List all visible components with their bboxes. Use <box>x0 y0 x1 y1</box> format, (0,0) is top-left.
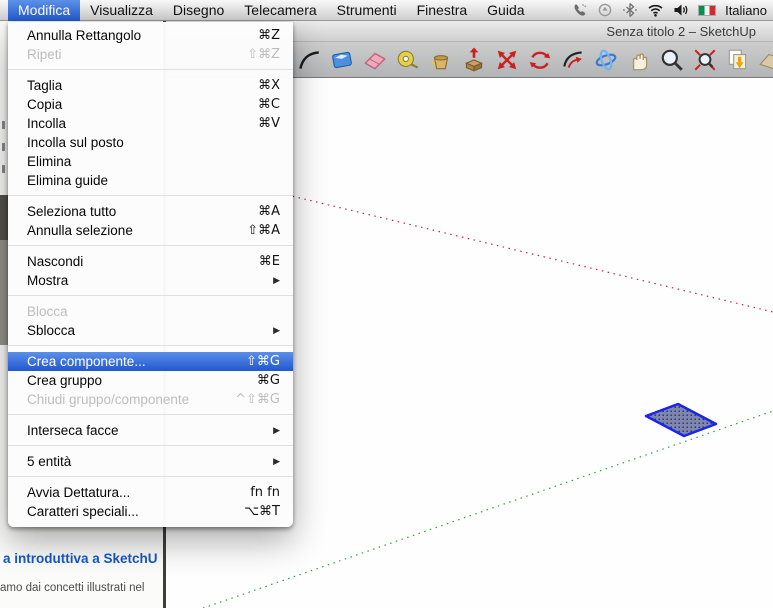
red-axis-line <box>246 185 773 312</box>
bluetooth-icon[interactable] <box>622 2 638 18</box>
webpage-text-fragment <box>2 165 5 173</box>
menu-item-avvia-dettatura[interactable]: Avvia Dettatura...fn fn <box>8 483 293 502</box>
submenu-arrow-icon <box>273 421 280 440</box>
zoom-extents-icon[interactable] <box>692 47 718 73</box>
share-model-icon[interactable] <box>758 47 773 73</box>
menu-separator <box>8 240 293 252</box>
webpage-paragraph: amo dai concetti illustrati nel <box>0 582 166 594</box>
menu-item-elimina[interactable]: Elimina <box>8 152 293 171</box>
menubar-item-guida[interactable]: Guida <box>477 0 534 21</box>
menu-item-incolla[interactable]: Incolla⌘V <box>8 114 293 133</box>
menu-item-sblocca[interactable]: Sblocca <box>8 321 293 340</box>
webpage-text-fragment <box>2 143 5 151</box>
menu-item-taglia[interactable]: Taglia⌘X <box>8 76 293 95</box>
make-component-icon[interactable] <box>329 47 355 73</box>
orbit-tool-icon[interactable] <box>593 47 619 73</box>
menu-item-crea-gruppo[interactable]: Crea gruppo⌘G <box>8 371 293 390</box>
menu-item-nascondi[interactable]: Nascondi⌘E <box>8 252 293 271</box>
tape-measure-icon[interactable] <box>395 47 421 73</box>
menu-separator <box>8 290 293 302</box>
window-title: Senza titolo 2 – SketchUp <box>606 24 756 39</box>
webpage-image-fragment <box>0 195 8 240</box>
menu-item-crea-componente[interactable]: Crea componente...⇧⌘G <box>8 352 293 371</box>
menu-item-incolla-sul-posto[interactable]: Incolla sul posto <box>8 133 293 152</box>
menubar-item-disegno[interactable]: Disegno <box>163 0 234 21</box>
menu-item-chiudi-gruppo-componente: Chiudi gruppo/componente^⇧⌘G <box>8 390 293 409</box>
edit-menu-dropdown: Annulla Rettangolo⌘Z Ripeti⇧⌘Z Taglia⌘X … <box>8 22 293 527</box>
menu-separator <box>8 64 293 76</box>
submenu-arrow-icon <box>273 271 280 290</box>
menu-separator <box>8 440 293 452</box>
menubar-item-visualizza[interactable]: Visualizza <box>80 0 163 21</box>
menubar-item-modifica[interactable]: Modifica <box>8 0 80 21</box>
rotate-tool-icon[interactable] <box>527 47 553 73</box>
offset-tool-icon[interactable] <box>560 47 586 73</box>
webpage-text-fragment <box>2 121 5 129</box>
phone-icon[interactable] <box>572 2 588 18</box>
menubar-item-strumenti[interactable]: Strumenti <box>327 0 407 21</box>
webpage-heading-link[interactable]: a introduttiva a SketchU <box>3 551 166 566</box>
menu-item-caratteri-speciali[interactable]: Caratteri speciali...⌥⌘T <box>8 502 293 521</box>
italian-flag-icon[interactable] <box>698 5 716 16</box>
menu-item-mostra[interactable]: Mostra <box>8 271 293 290</box>
menu-separator <box>8 471 293 483</box>
submenu-arrow-icon <box>273 452 280 471</box>
submenu-arrow-icon <box>273 321 280 340</box>
menu-separator <box>8 409 293 421</box>
menu-item-copia[interactable]: Copia⌘C <box>8 95 293 114</box>
menubar: Modifica Visualizza Disegno Telecamera S… <box>0 0 773 21</box>
time-machine-icon[interactable] <box>597 2 613 18</box>
menubar-item-telecamera[interactable]: Telecamera <box>234 0 326 21</box>
input-source-label[interactable]: Italiano <box>725 3 767 18</box>
push-pull-tool-icon[interactable] <box>461 47 487 73</box>
webpage-image-fragment <box>0 240 8 345</box>
menu-item-blocca: Blocca <box>8 302 293 321</box>
pan-tool-icon[interactable] <box>626 47 652 73</box>
wifi-icon[interactable] <box>647 2 664 18</box>
zoom-tool-icon[interactable] <box>659 47 685 73</box>
menubar-item-finestra[interactable]: Finestra <box>407 0 478 21</box>
volume-icon[interactable] <box>673 2 689 18</box>
paint-bucket-icon[interactable] <box>428 47 454 73</box>
menu-separator <box>8 340 293 352</box>
move-tool-icon[interactable] <box>494 47 520 73</box>
eraser-tool-icon[interactable] <box>362 47 388 73</box>
menubar-status-area: Italiano <box>572 2 773 18</box>
selected-component[interactable] <box>646 404 716 436</box>
menu-item-seleziona-tutto[interactable]: Seleziona tutto⌘A <box>8 202 293 221</box>
get-models-icon[interactable] <box>725 47 751 73</box>
menu-item-ripeti: Ripeti⇧⌘Z <box>8 45 293 64</box>
menu-item-annulla-selezione[interactable]: Annulla selezione⇧⌘A <box>8 221 293 240</box>
menu-item-interseca-facce[interactable]: Interseca facce <box>8 421 293 440</box>
menu-item-elimina-guide[interactable]: Elimina guide <box>8 171 293 190</box>
screen: a introduttiva a SketchU amo dai concett… <box>0 0 773 608</box>
menu-item-5-entita[interactable]: 5 entità <box>8 452 293 471</box>
arc-tool-icon[interactable] <box>296 47 322 73</box>
menu-item-annulla-rettangolo[interactable]: Annulla Rettangolo⌘Z <box>8 26 293 45</box>
menu-separator <box>8 190 293 202</box>
